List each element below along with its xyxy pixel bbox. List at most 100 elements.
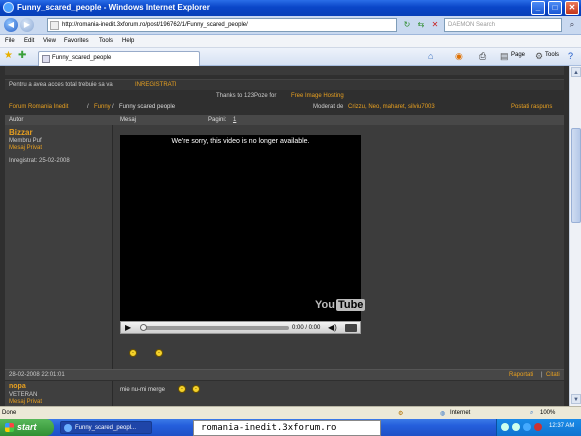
tray-icon[interactable] — [512, 423, 520, 431]
tray-icon[interactable] — [501, 423, 509, 431]
breadcrumb-topic: Funny scared people — [119, 104, 176, 110]
tools-menu[interactable]: Tools — [545, 52, 559, 58]
breadcrumb-sep: / — [112, 104, 114, 110]
start-button[interactable]: start — [0, 419, 54, 436]
register-notice: Pentru a avea acces total trebuie sa va … — [5, 79, 564, 90]
refresh-icon[interactable]: ↻ — [401, 19, 413, 31]
moderators-label: Moderat de — [313, 104, 344, 110]
vertical-scrollbar[interactable]: ▲ ▼ — [569, 66, 581, 406]
post-2-username[interactable]: nopa — [9, 383, 26, 390]
taskbar-tooltip: romania-inedit.3xforum.ro — [193, 420, 381, 436]
post-1-author: Bizzar Membru Puf Mesaj Privat Inregistr… — [5, 125, 113, 369]
page-menu[interactable]: Page — [511, 52, 525, 58]
menu-help[interactable]: Help — [122, 38, 134, 44]
scroll-thumb[interactable] — [571, 128, 581, 223]
register-link[interactable]: INREGISTRATI — [135, 82, 177, 88]
tooltip-text: romania-inedit.3xforum.ro — [201, 423, 337, 433]
scroll-down-icon[interactable]: ▼ — [571, 394, 581, 404]
internet-zone-icon: ◍ — [440, 411, 446, 417]
search-icon[interactable]: ⌕ — [566, 19, 578, 31]
maximize-button[interactable]: □ — [548, 1, 562, 15]
youtube-logo: You Tube — [315, 299, 366, 311]
quote-link[interactable]: Citati — [546, 372, 560, 378]
breadcrumb-category[interactable]: Funny — [94, 104, 111, 110]
search-placeholder: DAEMON Search — [448, 22, 496, 28]
video-progress-track[interactable] — [141, 326, 289, 330]
zoom-icon: ⌕ — [530, 410, 534, 416]
post-2-pm-link[interactable]: Mesaj Privat — [9, 399, 42, 405]
menu-view[interactable]: View — [43, 38, 56, 44]
zoom-level[interactable]: 100% — [540, 410, 555, 416]
youtube-video-player[interactable]: We're sorry, this video is no longer ava… — [120, 135, 366, 334]
help-icon[interactable]: ? — [568, 51, 573, 61]
stop-icon[interactable]: ✕ — [429, 19, 441, 31]
system-tray: 12:37 AM — [496, 419, 581, 436]
address-bar: ◀ ▶ http://romania-inedit.3xforum.ro/pos… — [0, 16, 581, 35]
breadcrumb-sep: / — [87, 104, 89, 110]
tab-funny-scared-people[interactable]: Funny_scared_people — [38, 51, 200, 66]
thanks-text: Thanks to 123Poze for — [216, 93, 277, 99]
menu-favorites[interactable]: Favorites — [64, 38, 89, 44]
window-titlebar: Funny_scared_people - Windows Internet E… — [0, 0, 581, 16]
back-button[interactable]: ◀ — [4, 18, 18, 32]
moderators-list[interactable]: Crizzu, Neo, maharet, silviu7003 — [348, 104, 435, 110]
print-icon[interactable]: ⎙ — [479, 51, 486, 61]
post-2: nopa VETERAN Mesaj Privat mie nu-mi merg… — [5, 381, 564, 406]
author-header: Autor — [9, 117, 24, 123]
tab-bar: ★ ✚ Funny_scared_people ⌂ ◉ ⎙ ▤ Page ⚙ T… — [0, 48, 581, 66]
page-favicon-icon — [50, 21, 59, 30]
post-reply-link[interactable]: Postati raspuns — [511, 104, 552, 110]
menu-edit[interactable]: Edit — [24, 38, 34, 44]
home-icon[interactable]: ⌂ — [428, 51, 433, 61]
footer-sep: | — [541, 372, 543, 378]
breadcrumb-home[interactable]: Forum Romania Inedit — [9, 104, 68, 110]
smiley-icon: ᵕ — [155, 349, 163, 357]
message-header: Mesaj — [120, 117, 137, 123]
video-controls: ▶ 0:00 / 0:00 ◀) — [120, 321, 361, 334]
page-icon: ▤ — [500, 51, 509, 61]
pages-label: Pagini: — [208, 117, 227, 123]
url-text: http://romania-inedit.3xforum.ro/post/19… — [62, 22, 248, 28]
play-icon[interactable]: ▶ — [125, 323, 131, 332]
favorites-star-icon[interactable]: ★ — [4, 51, 13, 61]
sad-smiley-icon: ᵕ — [178, 385, 186, 393]
close-button[interactable]: ✕ — [565, 1, 579, 15]
video-progress-knob[interactable] — [140, 324, 147, 331]
search-input[interactable]: DAEMON Search — [444, 18, 562, 32]
status-bar: Done ⚙ ◍ Internet ⌕ 100% — [0, 406, 581, 419]
gear-icon: ⚙ — [535, 51, 544, 61]
post-1-pm-link[interactable]: Mesaj Privat — [9, 145, 42, 151]
url-input[interactable]: http://romania-inedit.3xforum.ro/post/19… — [47, 18, 397, 32]
volume-icon[interactable]: ◀) — [328, 323, 337, 332]
page-content: Pentru a avea acces total trebuie sa va … — [0, 66, 569, 406]
add-favorite-icon[interactable]: ✚ — [18, 51, 26, 61]
post-2-message: mie nu-mi merge — [120, 387, 166, 393]
post-1-username[interactable]: Bizzar — [9, 128, 33, 137]
internet-zone: Internet — [450, 410, 471, 416]
menu-file[interactable]: File — [5, 38, 15, 44]
go-icon[interactable]: ⇆ — [415, 19, 427, 31]
windows-logo-icon — [5, 423, 14, 432]
menu-tools[interactable]: Tools — [99, 38, 113, 44]
post-2-rank: VETERAN — [9, 392, 38, 398]
taskbar-item-label: Funny_scared_peopl... — [75, 425, 137, 431]
ie-icon — [3, 2, 14, 13]
tray-icon[interactable] — [534, 423, 542, 431]
forum-top-strip — [5, 66, 564, 75]
free-image-hosting-link[interactable]: Free Image Hosting — [291, 93, 344, 99]
post-1-footer: 28-02-2008 22:01:01 Raportati | Citati — [5, 369, 564, 380]
page-1-link[interactable]: 1 — [233, 117, 236, 123]
forward-button[interactable]: ▶ — [20, 18, 34, 32]
menu-bar: File Edit View Favorites Tools Help — [0, 35, 581, 48]
tab-favicon-icon — [42, 55, 50, 63]
report-link[interactable]: Raportati — [509, 372, 533, 378]
bluetooth-icon[interactable] — [523, 423, 531, 431]
scroll-up-icon[interactable]: ▲ — [571, 67, 581, 77]
minimize-button[interactable]: _ — [531, 1, 545, 15]
post-1-date: 28-02-2008 22:01:01 — [9, 372, 65, 378]
fullscreen-icon[interactable] — [345, 324, 357, 332]
video-time: 0:00 / 0:00 — [292, 325, 321, 331]
status-text: Done — [2, 410, 17, 416]
feeds-icon[interactable]: ◉ — [455, 51, 463, 61]
taskbar-item-ie[interactable]: Funny_scared_peopl... — [60, 421, 152, 434]
